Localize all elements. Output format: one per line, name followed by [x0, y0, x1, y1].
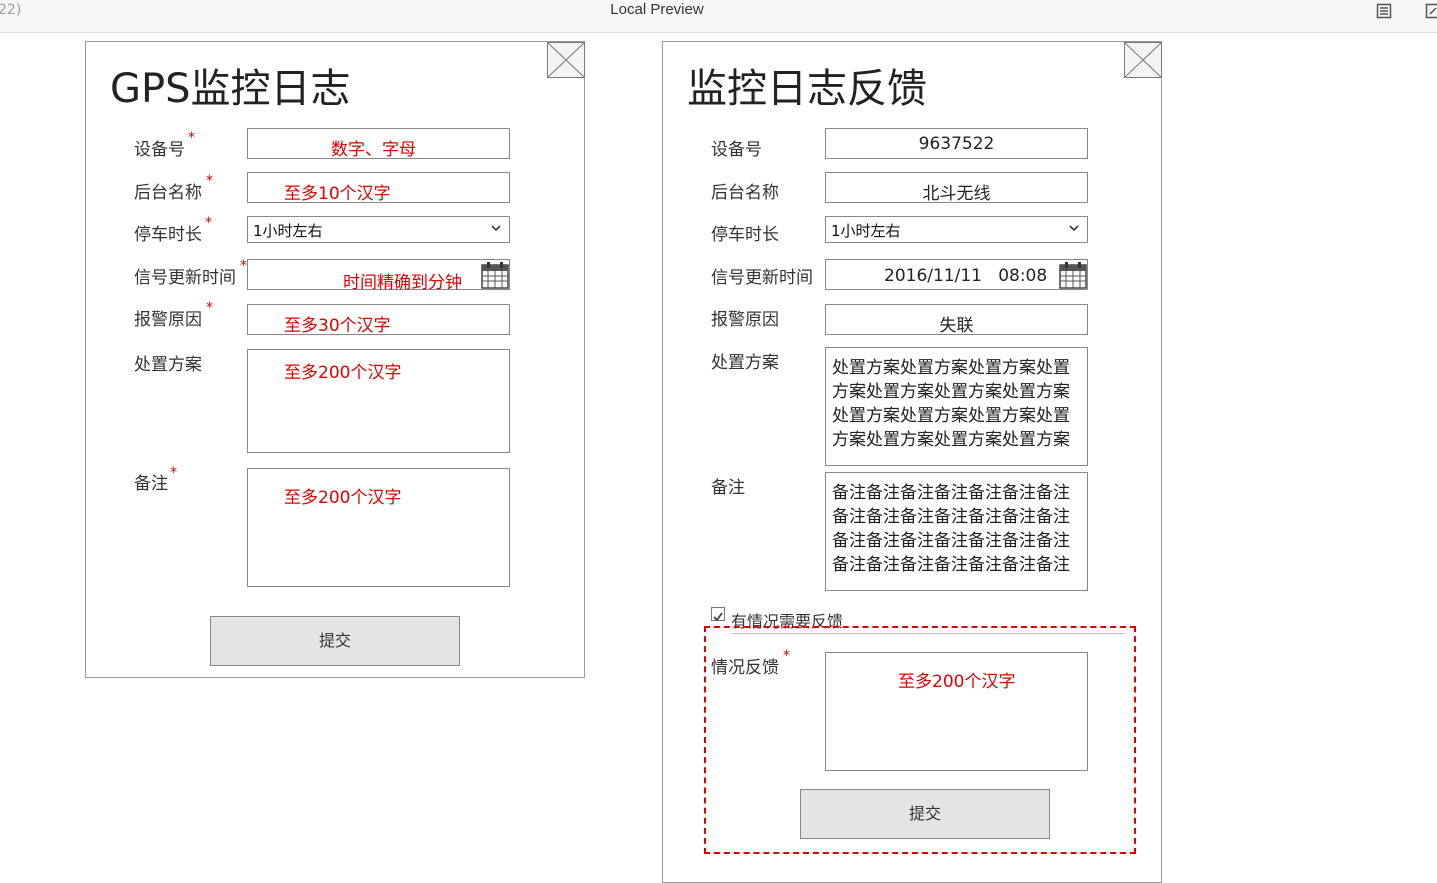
disposal-plan-textarea[interactable]: 处置方案处置方案处置方案处置方案处置方案处置方案处置方案处置方案处置方案处置方案… [825, 347, 1088, 466]
window-title: Local Preview [0, 1, 1314, 18]
backend-name-label: 后台名称 [134, 178, 202, 203]
alarm-reason-label: 报警原因 [711, 305, 779, 330]
backend-name-label: 后台名称 [711, 178, 779, 203]
calendar-icon[interactable] [1059, 261, 1087, 289]
close-placeholder-icon[interactable] [1124, 42, 1162, 78]
chevron-down-icon [491, 223, 501, 233]
required-mark: * [205, 216, 212, 230]
feedback-checkbox[interactable] [711, 607, 725, 621]
parking-duration-label: 停车时长 [134, 220, 202, 245]
feedback-label: 情况反馈 [711, 653, 779, 678]
remarks-value: 备注备注备注备注备注备注备注备注备注备注备注备注备注备注备注备注备注备注备注备注… [832, 481, 1083, 577]
log-feedback-panel: 监控日志反馈 设备号 9637522 后台名称 北斗无线 停车时长 1小时左右 … [662, 41, 1162, 883]
device-no-input[interactable]: 9637522 [825, 128, 1088, 159]
close-placeholder-icon[interactable] [547, 42, 585, 78]
signal-update-time-input[interactable]: 时间精确到分钟 [247, 259, 510, 290]
required-mark: * [188, 131, 195, 145]
feedback-placeholder: 至多200个汉字 [898, 667, 1015, 692]
alarm-reason-label: 报警原因 [134, 305, 202, 330]
signal-update-time-input[interactable]: 2016/11/11 08:08 [825, 259, 1088, 290]
signal-update-time-value: 2016/11/11 08:08 [884, 266, 1047, 286]
parking-duration-select[interactable]: 1小时左右 [825, 216, 1088, 243]
document-icon[interactable] [1376, 3, 1392, 19]
signal-update-time-label: 信号更新时间 [134, 263, 236, 288]
signal-update-time-placeholder: 时间精确到分钟 [343, 268, 462, 293]
remarks-textarea[interactable]: 备注备注备注备注备注备注备注备注备注备注备注备注备注备注备注备注备注备注备注备注… [825, 472, 1088, 591]
device-no-label: 设备号 [711, 135, 762, 160]
alarm-reason-value: 失联 [826, 311, 1087, 336]
required-mark: * [783, 649, 790, 663]
expand-icon[interactable] [1425, 3, 1437, 19]
backend-name-input[interactable]: 北斗无线 [825, 172, 1088, 203]
required-mark: * [240, 259, 247, 273]
remarks-label: 备注 [711, 473, 745, 498]
disposal-plan-textarea[interactable]: 至多200个汉字 [247, 349, 510, 453]
remarks-label: 备注 [134, 469, 168, 494]
window-titlebar: 22) Local Preview [0, 0, 1437, 33]
parking-duration-value: 1小时左右 [253, 220, 323, 241]
backend-name-value: 北斗无线 [826, 179, 1087, 204]
signal-update-time-label: 信号更新时间 [711, 263, 813, 288]
alarm-reason-input[interactable]: 至多30个汉字 [247, 304, 510, 335]
page-title: 监控日志反馈 [687, 56, 927, 114]
submit-button[interactable]: 提交 [210, 616, 460, 666]
remarks-placeholder: 至多200个汉字 [284, 483, 401, 508]
disposal-plan-label: 处置方案 [711, 348, 779, 373]
chevron-down-icon [1069, 223, 1079, 233]
backend-name-input[interactable]: 至多10个汉字 [247, 172, 510, 203]
feedback-textarea[interactable]: 至多200个汉字 [825, 652, 1088, 771]
device-no-value: 9637522 [826, 134, 1087, 154]
disposal-plan-placeholder: 至多200个汉字 [284, 358, 401, 383]
parking-duration-value: 1小时左右 [831, 220, 901, 241]
parking-duration-label: 停车时长 [711, 220, 779, 245]
remarks-textarea[interactable]: 至多200个汉字 [247, 468, 510, 587]
device-no-placeholder: 数字、字母 [238, 135, 509, 160]
disposal-plan-label: 处置方案 [134, 350, 202, 375]
alarm-reason-placeholder: 至多30个汉字 [284, 311, 391, 336]
backend-name-placeholder: 至多10个汉字 [284, 179, 391, 204]
required-mark: * [206, 174, 213, 188]
disposal-plan-value: 处置方案处置方案处置方案处置方案处置方案处置方案处置方案处置方案处置方案处置方案… [832, 356, 1083, 452]
calendar-icon[interactable] [481, 261, 509, 289]
device-no-label: 设备号 [134, 135, 185, 160]
device-no-input[interactable]: 数字、字母 [247, 128, 510, 159]
feedback-submit-button[interactable]: 提交 [800, 789, 1050, 839]
parking-duration-select[interactable]: 1小时左右 [247, 216, 510, 243]
alarm-reason-input[interactable]: 失联 [825, 304, 1088, 335]
gps-log-panel: GPS监控日志 设备号 * 数字、字母 后台名称 * 至多10个汉字 停车时长 … [85, 41, 585, 678]
checkmark-icon [712, 611, 724, 623]
required-mark: * [206, 301, 213, 315]
required-mark: * [170, 466, 177, 480]
page-title: GPS监控日志 [110, 56, 351, 114]
